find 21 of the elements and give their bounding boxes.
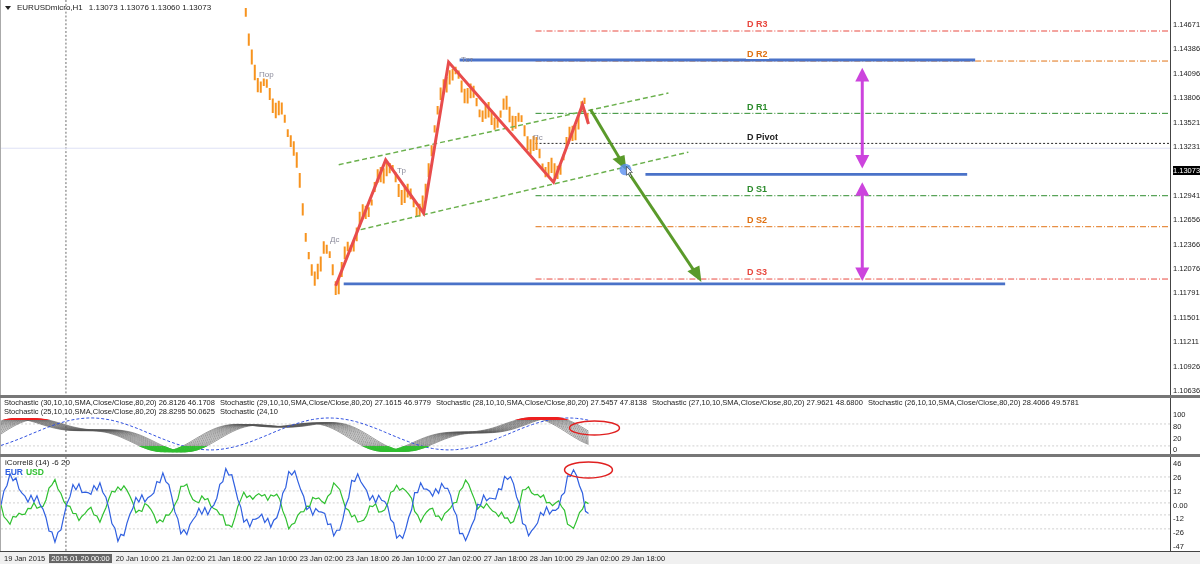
legend-label: EUR [5,467,23,478]
pattern-label: Пор [259,69,274,79]
pivot-label: D S1 [746,185,768,195]
dropdown-caret-icon[interactable] [5,5,11,10]
pattern-label: Пс [533,132,543,142]
ohlc-values: 1.13073 1.13076 1.13060 1.13073 [88,3,212,12]
pivot-label: D R1 [746,102,769,112]
cursor-icon [619,163,633,178]
pivot-label: D S3 [746,268,768,278]
pivot-label: D S2 [746,216,768,226]
symbol-label: EURUSDmicro,H1 [17,3,83,12]
pivot-label: D R3 [746,20,769,30]
highlight-ellipse [568,420,621,436]
highlight-ellipse [563,461,614,479]
pattern-label: Тст [461,55,474,65]
pivot-label: D Pivot [746,132,779,142]
pattern-label: Тр [397,165,406,175]
indicator-label: iCorrel8 (14) -6 20 [5,458,70,468]
pivot-label: D R2 [746,50,769,60]
pattern-label: Дс [330,235,340,245]
legend-label: USD [25,467,44,478]
